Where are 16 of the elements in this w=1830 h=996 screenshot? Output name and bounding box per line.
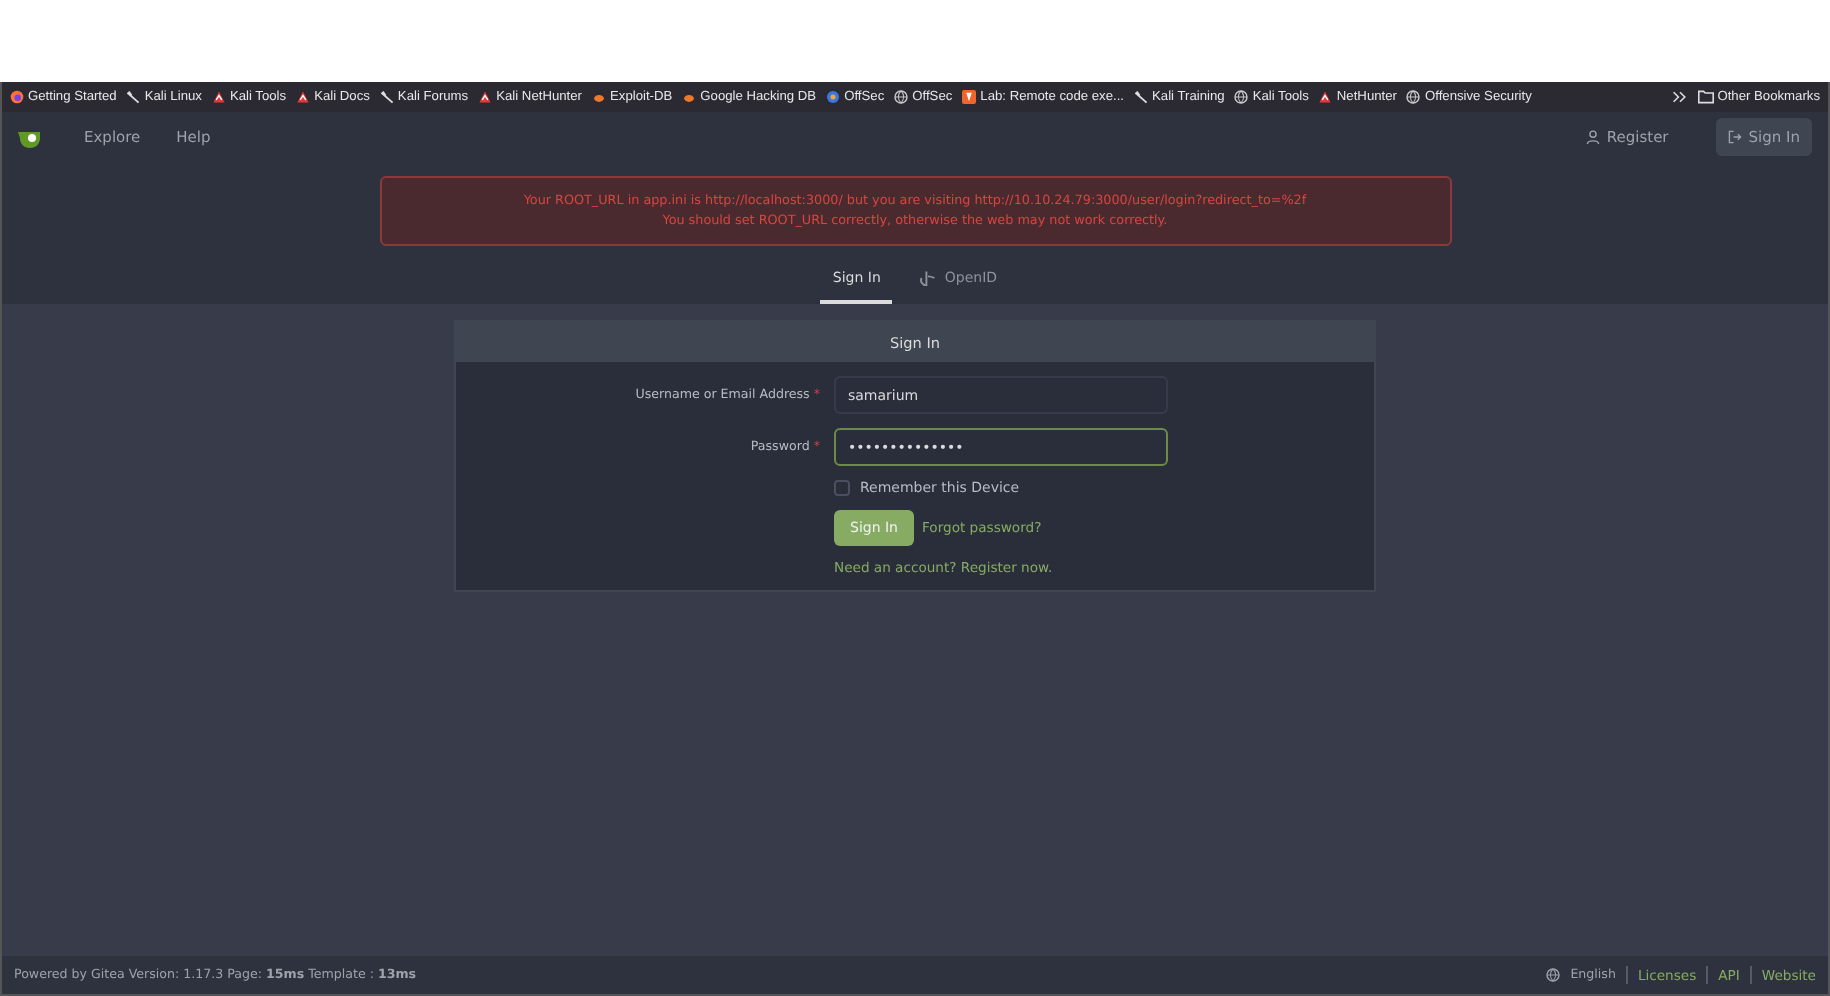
globe-icon: [894, 90, 909, 104]
globe-icon: [1546, 968, 1561, 982]
sign-in-icon: [1728, 130, 1743, 144]
chevrons-icon[interactable]: [1671, 90, 1688, 104]
offsec-icon: [826, 90, 841, 104]
kali-icon: [296, 90, 311, 104]
kali-icon: [1318, 90, 1333, 104]
checkbox[interactable]: [834, 480, 850, 496]
globe-icon: [1406, 90, 1421, 104]
kali-icon: [478, 90, 493, 104]
person-icon: [1586, 130, 1601, 144]
folder-icon: [1697, 90, 1714, 104]
lab-icon: [962, 90, 977, 104]
firefox-icon: [10, 90, 24, 104]
kali-icon: [211, 90, 226, 104]
globe-icon: [1234, 90, 1249, 104]
